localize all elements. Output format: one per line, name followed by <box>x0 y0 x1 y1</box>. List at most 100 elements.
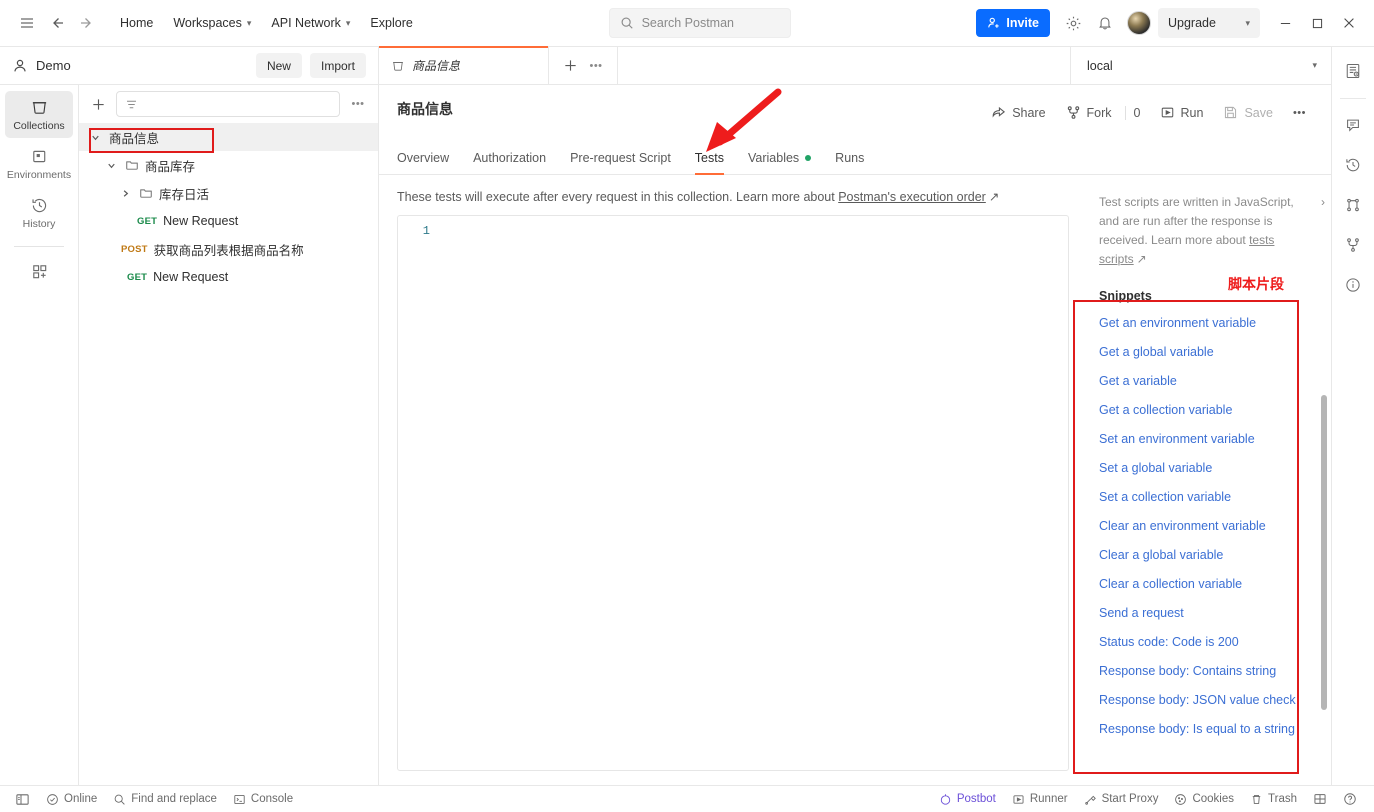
snippet-item[interactable]: Response body: Is equal to a string <box>1099 715 1319 744</box>
search-container: Search Postman <box>423 8 977 38</box>
tree-row-folder-daily[interactable]: 库存日活 <box>79 179 378 207</box>
status-bar: Online Find and replace Console Postbot <box>0 785 1374 812</box>
snippet-item[interactable]: Get a collection variable <box>1099 396 1319 425</box>
snippet-item[interactable]: Clear an environment variable <box>1099 512 1319 541</box>
snippet-item[interactable]: Get a global variable <box>1099 338 1319 367</box>
avatar[interactable] <box>1127 11 1151 35</box>
share-button[interactable]: Share <box>982 100 1054 125</box>
fork-button[interactable]: Fork <box>1057 100 1121 125</box>
two-pane-icon[interactable] <box>1306 789 1334 809</box>
snippet-item[interactable]: Get a variable <box>1099 367 1319 396</box>
create-new-icon[interactable] <box>87 93 109 115</box>
environment-selector[interactable]: local ▾ <box>1071 47 1331 84</box>
tree-row-folder-inventory[interactable]: 商品库存 <box>79 151 378 179</box>
snippet-item[interactable]: Clear a global variable <box>1099 541 1319 570</box>
snippet-item[interactable]: Get an environment variable <box>1099 309 1319 338</box>
tree-row-request-3[interactable]: GET New Request <box>79 263 378 291</box>
snippet-item[interactable]: Clear a collection variable <box>1099 570 1319 599</box>
snippet-item[interactable]: Set an environment variable <box>1099 425 1319 454</box>
snippet-item[interactable]: Set a global variable <box>1099 454 1319 483</box>
cookies-button[interactable]: Cookies <box>1167 790 1241 809</box>
nav-explore[interactable]: Explore <box>360 10 422 36</box>
tab-runs[interactable]: Runs <box>823 145 876 174</box>
snippet-item[interactable]: Send a request <box>1099 599 1319 628</box>
filter-input[interactable] <box>116 91 340 117</box>
tab-tests[interactable]: Tests <box>683 145 736 175</box>
tab-overview[interactable]: Overview <box>397 145 461 174</box>
tree-more-options-icon[interactable]: ••• <box>347 93 369 115</box>
snippet-item[interactable]: Set a collection variable <box>1099 483 1319 512</box>
snippet-item[interactable]: Response body: Contains string <box>1099 657 1319 686</box>
window-minimize-button[interactable] <box>1270 8 1300 38</box>
tab-pre-request-script[interactable]: Pre-request Script <box>558 145 683 174</box>
window-close-button[interactable] <box>1334 8 1364 38</box>
arrow-right-icon[interactable] <box>72 8 102 38</box>
save-button[interactable]: Save <box>1214 100 1282 125</box>
tab-more-options-icon[interactable]: ••• <box>585 55 607 77</box>
upgrade-button[interactable]: Upgrade ▾ <box>1158 8 1260 38</box>
chevron-down-icon[interactable] <box>103 160 119 171</box>
help-icon[interactable] <box>1336 789 1364 809</box>
sidebar-item-collections[interactable]: Collections <box>5 91 73 138</box>
tests-content-area: These tests will execute after every req… <box>379 175 1331 785</box>
nav-api-network[interactable]: API Network ▾ <box>261 10 360 36</box>
chevron-down-icon[interactable] <box>87 132 103 143</box>
snippet-item[interactable]: Response body: JSON value check <box>1099 686 1319 715</box>
console-button[interactable]: Console <box>226 790 300 809</box>
menu-icon[interactable] <box>12 8 42 38</box>
changelog-icon[interactable] <box>1337 189 1369 221</box>
activity-icon[interactable] <box>1337 149 1369 181</box>
unsaved-changes-dot <box>805 155 812 161</box>
nav-home[interactable]: Home <box>110 10 163 36</box>
runner-button[interactable]: Runner <box>1005 790 1075 809</box>
sidebar-item-history[interactable]: History <box>5 189 73 236</box>
documentation-icon[interactable] <box>1337 55 1369 87</box>
tab-authorization[interactable]: Authorization <box>461 145 558 174</box>
sidebar-toggle-icon[interactable] <box>8 789 37 810</box>
tests-code-editor[interactable]: 1 <box>397 215 1069 771</box>
tree-label-collection: 商品信息 <box>109 131 160 146</box>
snippets-intro: Test scripts are written in JavaScript, … <box>1083 175 1331 269</box>
import-button[interactable]: Import <box>309 53 366 78</box>
find-and-replace-button[interactable]: Find and replace <box>106 790 224 809</box>
sidebar-item-environments[interactable]: Environments <box>5 140 73 187</box>
invite-button[interactable]: Invite <box>976 9 1050 37</box>
arrow-left-icon[interactable] <box>42 8 72 38</box>
info-icon[interactable] <box>1337 269 1369 301</box>
search-input[interactable]: Search Postman <box>608 8 791 38</box>
start-proxy-button[interactable]: Start Proxy <box>1077 790 1166 809</box>
forks-icon[interactable] <box>1337 229 1369 261</box>
nav-workspaces[interactable]: Workspaces ▾ <box>163 10 261 36</box>
new-tab-icon[interactable] <box>559 55 581 77</box>
tab-variables[interactable]: Variables <box>736 145 823 174</box>
bell-icon[interactable] <box>1090 8 1120 38</box>
tree-row-request-2[interactable]: POST 获取商品列表根据商品名称 <box>79 235 378 263</box>
comments-icon[interactable] <box>1337 109 1369 141</box>
tree-row-collection[interactable]: 商品信息 <box>79 123 378 151</box>
sidebar-item-collections-label: Collections <box>13 120 65 132</box>
trash-button[interactable]: Trash <box>1243 790 1304 809</box>
external-link-icon: ↗ <box>988 190 1000 204</box>
tree-row-request-1[interactable]: GET New Request <box>79 207 378 235</box>
center-panel: 商品信息 ••• local ▾ 商品信息 Share Fork 0 Run S… <box>379 46 1331 785</box>
postbot-button[interactable]: Postbot <box>932 790 1003 809</box>
execution-order-link[interactable]: Postman's execution order <box>838 190 986 204</box>
gear-icon[interactable] <box>1058 8 1088 38</box>
collection-more-options-icon[interactable]: ••• <box>1284 102 1315 124</box>
add-modules-icon[interactable] <box>5 255 73 287</box>
run-button[interactable]: Run <box>1151 100 1213 125</box>
chevron-right-icon[interactable] <box>117 188 133 199</box>
top-nav-links: Home Workspaces ▾ API Network ▾ Explore <box>110 10 423 36</box>
top-navigation-bar: Home Workspaces ▾ API Network ▾ Explore … <box>0 0 1374 47</box>
nav-workspaces-label: Workspaces <box>173 16 242 30</box>
window-maximize-button[interactable] <box>1302 8 1332 38</box>
tab-collection-open[interactable]: 商品信息 <box>379 46 549 84</box>
online-status[interactable]: Online <box>39 790 104 809</box>
new-button[interactable]: New <box>255 53 302 78</box>
snippets-scrollbar[interactable] <box>1321 395 1327 710</box>
editor-code-area[interactable] <box>442 216 1068 770</box>
snippet-item[interactable]: Status code: Code is 200 <box>1099 628 1319 657</box>
chevron-right-icon[interactable]: › <box>1321 193 1325 269</box>
collection-tabs: Overview Authorization Pre-request Scrip… <box>379 135 1331 175</box>
workspace-header: Demo New Import <box>0 47 378 85</box>
